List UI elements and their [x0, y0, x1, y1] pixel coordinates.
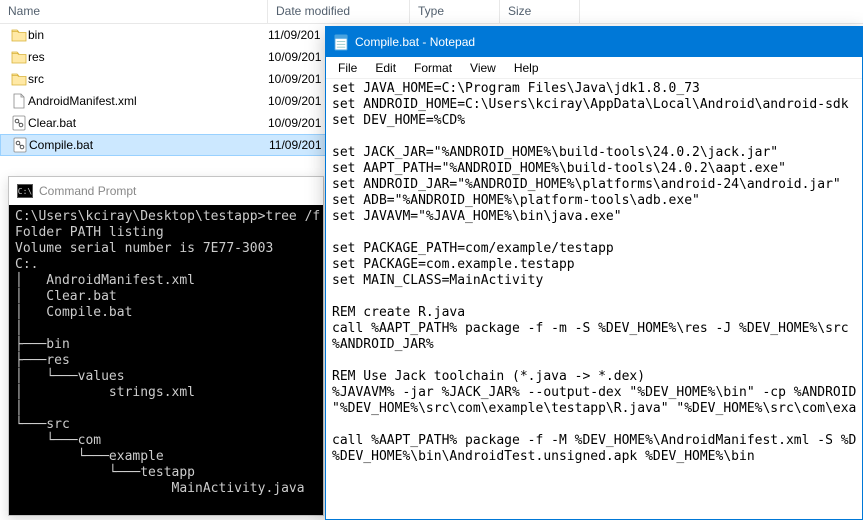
file-name: Compile.bat	[29, 138, 269, 152]
file-name: AndroidManifest.xml	[28, 94, 268, 108]
file-name: src	[28, 72, 268, 86]
command-prompt-window[interactable]: C:\ Command Prompt C:\Users\kciray\Deskt…	[8, 176, 324, 516]
file-name: bin	[28, 28, 268, 42]
column-headers: Name Date modified Type Size	[0, 0, 863, 24]
notepad-text-area[interactable]: set JAVA_HOME=C:\Program Files\Java\jdk1…	[326, 79, 862, 519]
column-header-name[interactable]: Name	[0, 0, 268, 23]
command-prompt-titlebar[interactable]: C:\ Command Prompt	[9, 177, 323, 205]
menu-view[interactable]: View	[462, 59, 504, 77]
menu-format[interactable]: Format	[406, 59, 460, 77]
terminal-icon: C:\	[17, 184, 33, 198]
command-prompt-title: Command Prompt	[39, 184, 136, 198]
notepad-menubar: File Edit Format View Help	[326, 57, 862, 79]
folder-icon	[10, 28, 28, 42]
menu-edit[interactable]: Edit	[367, 59, 404, 77]
notepad-window[interactable]: Compile.bat - Notepad File Edit Format V…	[325, 26, 863, 520]
menu-help[interactable]: Help	[506, 59, 547, 77]
file-name: Clear.bat	[28, 116, 268, 130]
file-name: res	[28, 50, 268, 64]
notepad-icon	[334, 34, 349, 51]
notepad-title: Compile.bat - Notepad	[355, 35, 475, 49]
column-header-size[interactable]: Size	[500, 0, 580, 23]
column-header-type[interactable]: Type	[410, 0, 500, 23]
batch-file-icon	[10, 115, 28, 131]
notepad-titlebar[interactable]: Compile.bat - Notepad	[326, 27, 862, 57]
batch-file-icon	[11, 137, 29, 153]
file-icon	[10, 93, 28, 109]
column-header-date[interactable]: Date modified	[268, 0, 410, 23]
folder-icon	[10, 72, 28, 86]
command-prompt-body[interactable]: C:\Users\kciray\Desktop\testapp>tree /f …	[9, 205, 323, 515]
menu-file[interactable]: File	[330, 59, 365, 77]
folder-icon	[10, 50, 28, 64]
